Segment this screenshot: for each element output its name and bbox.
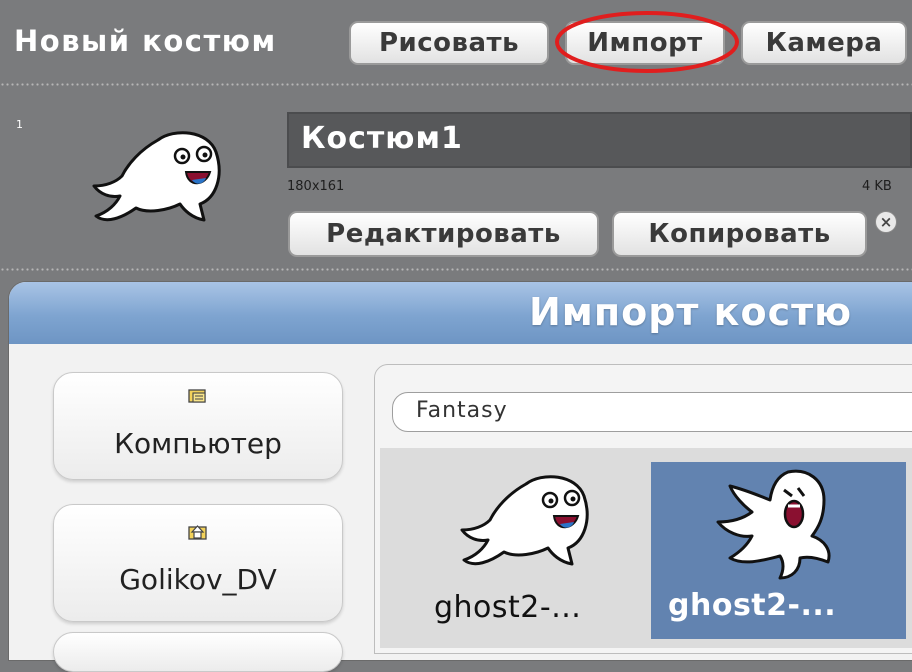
divider [0,268,912,271]
camera-button[interactable]: Камера [741,21,907,65]
ghost-screaming-icon [716,469,831,580]
computer-folder-icon [188,389,206,403]
costume-tile-label: ghost2-... [668,588,837,623]
ghost-costume-thumbnail[interactable] [88,124,238,232]
highlight-ellipse [555,11,739,73]
costume-dimensions: 180x161 [287,179,345,194]
sidebar-item-computer[interactable]: Компьютер [53,372,343,480]
sidebar-item-label: Компьютер [114,427,282,460]
divider [0,83,912,86]
costume-size: 4 KB [862,179,892,194]
close-icon[interactable]: × [875,211,897,233]
sidebar-item-home[interactable]: Golikov_DV [53,504,343,622]
folder-path-text: Fantasy [416,398,508,423]
paint-button[interactable]: Рисовать [349,21,549,65]
copy-button[interactable]: Копировать [612,211,867,257]
home-folder-icon [188,525,207,540]
sidebar-item-label: Golikov_DV [119,563,277,596]
costume-name-text: Костюм1 [301,121,463,156]
edit-button[interactable]: Редактировать [288,211,599,257]
costume-index: 1 [16,118,23,131]
ghost-icon [460,475,589,566]
costume-tile-label: ghost2-... [434,590,582,625]
dialog-title: Импорт костю [529,290,853,334]
sidebar-item-next[interactable] [53,632,343,672]
new-costume-title: Новый костюм [14,24,277,58]
